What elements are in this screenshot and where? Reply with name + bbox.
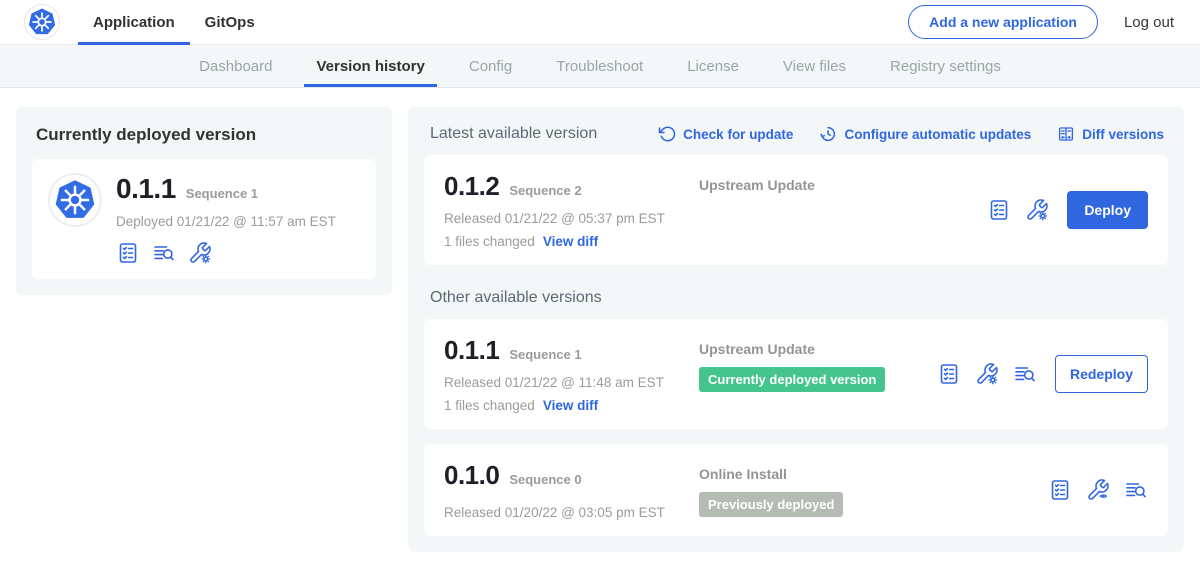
config-gear-icon[interactable] xyxy=(1025,198,1049,222)
version-number: 0.1.1 xyxy=(444,335,499,366)
other-available-title: Other available versions xyxy=(430,289,1162,307)
version-number: 0.1.2 xyxy=(444,171,499,202)
deployed-sequence-label: Sequence 1 xyxy=(186,186,258,201)
files-changed-label: 1 files changed xyxy=(444,398,535,413)
preflight-checks-icon[interactable] xyxy=(987,198,1011,222)
config-view-icon[interactable] xyxy=(1086,478,1110,502)
preflight-checks-icon[interactable] xyxy=(116,241,140,265)
version-card-0-1-1: 0.1.1 Sequence 1 Released 01/21/22 @ 11:… xyxy=(424,319,1168,429)
deploy-logs-icon[interactable] xyxy=(1013,362,1037,386)
previously-deployed-badge: Previously deployed xyxy=(699,492,843,517)
deploy-logs-icon[interactable] xyxy=(1124,478,1148,502)
currently-deployed-panel: Currently deployed version 0.1.1 xyxy=(16,107,392,295)
preflight-checks-icon[interactable] xyxy=(937,362,961,386)
released-timestamp: Released 01/21/22 @ 05:37 pm EST xyxy=(444,211,699,226)
version-source-label: Upstream Update xyxy=(699,177,987,193)
subnav-tab-version-history[interactable]: Version history xyxy=(294,45,446,87)
files-changed-label: 1 files changed xyxy=(444,234,535,249)
deployed-version-info: 0.1.1 Sequence 1 Deployed 01/21/22 @ 11:… xyxy=(116,173,336,265)
diff-versions-link[interactable]: Diff versions xyxy=(1057,125,1164,143)
subnav-tab-troubleshoot[interactable]: Troubleshoot xyxy=(534,45,665,87)
topbar-spacer xyxy=(270,0,908,44)
subnav-tab-config[interactable]: Config xyxy=(447,45,534,87)
currently-deployed-badge: Currently deployed version xyxy=(699,367,885,392)
deployed-panel-title: Currently deployed version xyxy=(36,125,374,145)
configure-automatic-updates-link[interactable]: Configure automatic updates xyxy=(819,125,1031,143)
refresh-icon xyxy=(658,125,676,143)
deployed-version-card: 0.1.1 Sequence 1 Deployed 01/21/22 @ 11:… xyxy=(32,159,376,279)
top-navbar: Application GitOps Add a new application… xyxy=(0,0,1200,45)
tab-gitops[interactable]: GitOps xyxy=(190,0,270,44)
sequence-label: Sequence 1 xyxy=(509,347,581,362)
version-number: 0.1.0 xyxy=(444,460,499,491)
logout-button[interactable]: Log out xyxy=(1124,14,1174,31)
config-gear-icon[interactable] xyxy=(975,362,999,386)
schedule-icon xyxy=(819,125,837,143)
deploy-logs-icon[interactable] xyxy=(152,241,176,265)
check-for-update-link[interactable]: Check for update xyxy=(658,125,793,143)
add-application-button[interactable]: Add a new application xyxy=(908,5,1098,39)
subnav-tab-registry-settings[interactable]: Registry settings xyxy=(868,45,1023,87)
subnav-tab-view-files[interactable]: View files xyxy=(761,45,868,87)
sequence-label: Sequence 2 xyxy=(509,183,581,198)
view-diff-link[interactable]: View diff xyxy=(543,398,598,413)
redeploy-button[interactable]: Redeploy xyxy=(1055,355,1148,393)
version-card-0-1-0: 0.1.0 Sequence 0 Released 01/20/22 @ 03:… xyxy=(424,444,1168,536)
released-timestamp: Released 01/21/22 @ 11:48 am EST xyxy=(444,375,699,390)
kubernetes-logo xyxy=(24,4,60,40)
version-card-0-1-2: 0.1.2 Sequence 2 Released 01/21/22 @ 05:… xyxy=(424,155,1168,265)
version-source-label: Upstream Update xyxy=(699,341,937,357)
config-gear-icon[interactable] xyxy=(188,241,212,265)
app-subnav: Dashboard Version history Config Trouble… xyxy=(0,45,1200,88)
check-for-update-label: Check for update xyxy=(683,127,793,142)
subnav-tab-dashboard[interactable]: Dashboard xyxy=(177,45,294,87)
version-source-label: Online Install xyxy=(699,466,1048,482)
kubernetes-logo-icon xyxy=(25,5,59,39)
deployed-timestamp: Deployed 01/21/22 @ 11:57 am EST xyxy=(116,214,336,229)
kubernetes-logo-icon xyxy=(50,175,100,225)
subnav-tab-license[interactable]: License xyxy=(665,45,761,87)
diff-versions-label: Diff versions xyxy=(1082,127,1164,142)
tab-application[interactable]: Application xyxy=(78,0,190,44)
deployed-version-number: 0.1.1 xyxy=(116,173,176,205)
diff-icon xyxy=(1057,125,1075,143)
released-timestamp: Released 01/20/22 @ 03:05 pm EST xyxy=(444,505,699,520)
available-versions-panel: Latest available version Check for updat… xyxy=(408,107,1184,552)
latest-available-title: Latest available version xyxy=(430,125,597,143)
view-diff-link[interactable]: View diff xyxy=(543,234,598,249)
app-logo xyxy=(48,173,102,227)
deploy-button[interactable]: Deploy xyxy=(1067,191,1148,229)
configure-automatic-updates-label: Configure automatic updates xyxy=(844,127,1031,142)
version-history-page: Currently deployed version 0.1.1 xyxy=(0,88,1200,571)
preflight-checks-icon[interactable] xyxy=(1048,478,1072,502)
sequence-label: Sequence 0 xyxy=(509,472,581,487)
